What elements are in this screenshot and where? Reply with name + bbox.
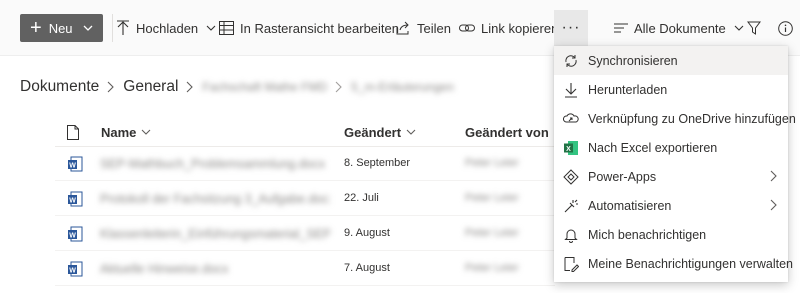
modified-by-column-header[interactable]: Geändert von (465, 122, 549, 142)
grid-edit-button[interactable]: In Rasteransicht bearbeiten (219, 14, 399, 42)
table-row[interactable]: W SEP-Mathbuch_Problemsammlung.docx 8. S… (55, 147, 555, 181)
modified-by: Peter Leier (465, 227, 519, 239)
breadcrumb: Dokumente General Fachschaft Mathe FMD 5… (20, 76, 454, 98)
info-button[interactable] (778, 14, 799, 42)
chevron-down-icon (142, 129, 151, 135)
modified-by-header-label: Geändert von (465, 124, 549, 140)
menu-item-label: Power-Apps (588, 169, 657, 184)
document-icon (67, 124, 79, 140)
chevron-down-icon (734, 25, 744, 31)
modified-column-header[interactable]: Geändert (344, 122, 416, 142)
modified-by: Peter Leier (465, 262, 519, 274)
view-options-icon (614, 23, 628, 33)
svg-text:W: W (69, 232, 76, 239)
breadcrumb-current[interactable]: 5_m-Erläuterungen (351, 80, 454, 94)
name-column-header[interactable]: Name (101, 122, 151, 142)
share-label: Teilen (417, 20, 451, 36)
more-actions-button[interactable]: ··· (554, 10, 588, 46)
upload-button[interactable]: Hochladen (116, 14, 216, 42)
modified-date: 7. August (344, 262, 390, 274)
file-type-header[interactable] (67, 122, 79, 142)
word-file-icon: W (68, 226, 83, 242)
copy-link-label: Link kopieren (481, 20, 559, 36)
menu-item-label: Verknüpfung zu OneDrive hinzufügen (588, 111, 796, 126)
breadcrumb-general[interactable]: General (123, 78, 178, 96)
chevron-down-icon (83, 25, 93, 31)
onedrive-shortcut-icon (563, 111, 579, 127)
grid-edit-label: In Rasteransicht bearbeiten (240, 20, 399, 36)
copy-link-button[interactable]: Link kopieren (459, 14, 558, 42)
breadcrumb-folder[interactable]: Fachschaft Mathe FMD (202, 80, 327, 94)
plus-icon: + (30, 17, 42, 39)
word-file-icon: W (68, 191, 83, 207)
upload-label: Hochladen (136, 20, 199, 36)
table-row[interactable]: W Protokoll der Fachsitzung 3_Aufgabe.do… (55, 182, 555, 216)
svg-text:X: X (566, 145, 571, 152)
chevron-right-icon (187, 81, 194, 93)
menu-item-manage-alerts[interactable]: Meine Benachrichtigungen verwalten (554, 249, 793, 278)
menu-item-alert-me[interactable]: Mich benachrichtigen (554, 220, 788, 249)
modified-by: Peter Leier (465, 192, 519, 204)
view-selector[interactable]: Alle Dokumente (614, 14, 744, 42)
bell-icon (563, 227, 579, 243)
svg-text:W: W (69, 162, 76, 169)
modified-date: 8. September (344, 157, 411, 169)
modified-date: 9. August (344, 227, 390, 239)
share-button[interactable]: Teilen (396, 14, 451, 42)
menu-item-onedrive-shortcut[interactable]: Verknüpfung zu OneDrive hinzufügen (554, 104, 796, 133)
new-button[interactable]: + Neu (20, 14, 103, 42)
chevron-right-icon (335, 81, 342, 93)
menu-item-label: Automatisieren (588, 198, 672, 213)
menu-item-automate[interactable]: Automatisieren (554, 191, 788, 220)
chevron-down-icon (206, 25, 216, 31)
file-name[interactable]: Protokoll der Fachsitzung 3_Aufgabe.docx (100, 192, 330, 206)
table-row[interactable]: W Klassenleiterin_Einführungsmaterial_SE… (55, 217, 555, 251)
menu-item-sync[interactable]: Synchronisieren (554, 46, 788, 75)
toolbar-divider (112, 14, 113, 42)
menu-item-label: Herunterladen (588, 82, 668, 97)
word-file-icon: W (68, 156, 83, 172)
chevron-right-icon (770, 199, 777, 211)
more-actions-menu: Synchronisieren Herunterladen Verknüpfun… (554, 46, 796, 282)
chevron-right-icon (770, 170, 777, 182)
file-name[interactable]: SEP-Mathbuch_Problemsammlung.docx (100, 157, 330, 171)
filter-button[interactable] (747, 14, 767, 42)
name-header-label: Name (101, 124, 137, 140)
svg-text:W: W (69, 197, 76, 204)
svg-text:W: W (69, 267, 76, 274)
new-button-label: Neu (48, 20, 73, 36)
file-name[interactable]: Aktuelle Hinweise.docx (100, 262, 330, 276)
chevron-down-icon (406, 129, 416, 135)
sync-icon (563, 53, 579, 69)
menu-item-label: Synchronisieren (588, 53, 678, 68)
upload-icon (117, 20, 129, 35)
menu-item-label: Nach Excel exportieren (588, 140, 718, 155)
manage-alerts-icon (563, 256, 579, 272)
filter-icon (747, 21, 761, 35)
menu-item-export-excel[interactable]: X Nach Excel exportieren (554, 133, 788, 162)
share-icon (396, 21, 409, 35)
table-row[interactable]: W Aktuelle Hinweise.docx 7. August Peter… (55, 252, 555, 286)
view-label: Alle Dokumente (634, 20, 726, 36)
file-name[interactable]: Klassenleiterin_Einführungsmaterial_SEP_… (100, 227, 330, 241)
automate-icon (563, 198, 579, 214)
link-icon (459, 24, 475, 32)
excel-icon: X (563, 140, 579, 156)
menu-item-label: Mich benachrichtigen (588, 227, 707, 242)
info-icon (778, 20, 793, 36)
ellipsis-icon: ··· (561, 19, 581, 36)
breadcrumb-root[interactable]: Dokumente (20, 78, 99, 96)
menu-item-download[interactable]: Herunterladen (554, 75, 788, 104)
grid-icon (219, 21, 234, 35)
word-file-icon: W (68, 261, 83, 277)
modified-date: 22. Juli (344, 192, 379, 204)
modified-by: Peter Leier (465, 157, 519, 169)
modified-header-label: Geändert (344, 124, 402, 140)
download-icon (563, 82, 579, 98)
menu-item-label: Meine Benachrichtigungen verwalten (588, 256, 793, 271)
menu-item-power-apps[interactable]: Power-Apps (554, 162, 788, 191)
chevron-right-icon (107, 81, 115, 93)
powerapps-icon (563, 168, 579, 185)
